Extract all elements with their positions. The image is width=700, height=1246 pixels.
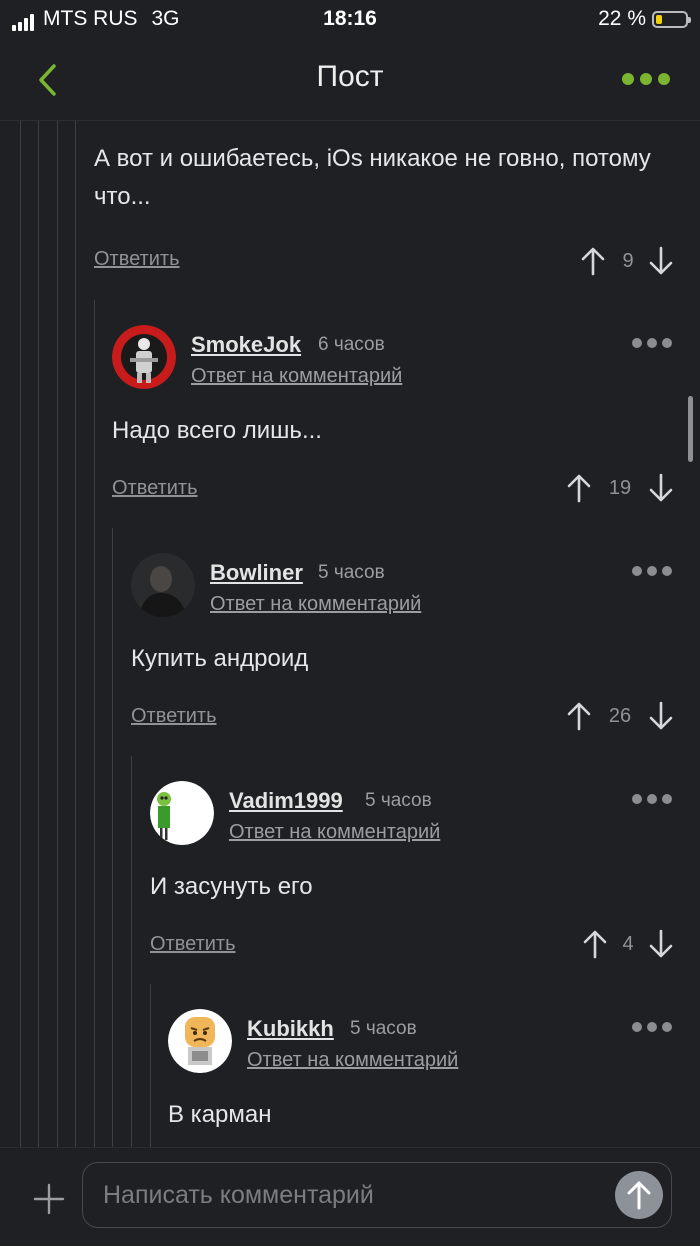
comment-age: 5 часов — [365, 790, 432, 811]
reply-to-link[interactable]: Ответ на комментарий — [191, 365, 402, 388]
thread-line — [112, 528, 113, 1147]
reply-button[interactable]: Ответить — [131, 705, 217, 728]
comment-text: Купить андроид — [131, 645, 309, 672]
send-button[interactable] — [615, 1171, 663, 1219]
comment-input-placeholder: Написать комментарий — [103, 1181, 374, 1209]
send-arrow-icon — [627, 1181, 651, 1210]
thread-line — [75, 121, 76, 1147]
comment-menu-icon[interactable] — [632, 794, 672, 804]
scrollbar[interactable] — [688, 396, 693, 462]
status-bar: MTS RUS 3G 18:16 22 % — [0, 0, 700, 40]
author-name[interactable]: Kubikkh — [247, 1016, 334, 1042]
upvote-arrow-icon[interactable] — [566, 701, 592, 731]
comment-text: В карман — [168, 1101, 272, 1128]
comment-input[interactable]: Написать комментарий — [82, 1162, 672, 1228]
upvote-arrow-icon[interactable] — [582, 929, 608, 959]
avatar[interactable] — [150, 781, 214, 845]
more-dots-icon[interactable] — [622, 73, 670, 85]
downvote-arrow-icon[interactable] — [648, 246, 674, 276]
reply-to-link[interactable]: Ответ на комментарий — [210, 593, 421, 616]
comment-score: 4 — [622, 933, 634, 955]
downvote-arrow-icon[interactable] — [648, 701, 674, 731]
comment-score: 9 — [622, 250, 634, 272]
plus-icon[interactable] — [33, 1183, 65, 1215]
battery-icon — [652, 10, 691, 28]
thread-line — [20, 121, 21, 1147]
comment-menu-icon[interactable] — [632, 338, 672, 348]
comment-menu-icon[interactable] — [632, 1022, 672, 1032]
upvote-arrow-icon[interactable] — [566, 473, 592, 503]
comment-age: 5 часов — [350, 1018, 417, 1039]
thread-line — [131, 756, 132, 1147]
avatar[interactable] — [168, 1009, 232, 1073]
reply-button[interactable]: Ответить — [94, 248, 180, 271]
reply-button[interactable]: Ответить — [112, 477, 198, 500]
comment-score: 26 — [608, 705, 632, 727]
reply-button[interactable]: Ответить — [150, 933, 236, 956]
avatar[interactable] — [131, 553, 195, 617]
comment-text: И засунуть его — [150, 873, 313, 900]
downvote-arrow-icon[interactable] — [648, 473, 674, 503]
comment-text: А вот и ошибаетесь, iOs никакое не говно… — [94, 145, 651, 210]
author-name[interactable]: Bowliner — [210, 560, 303, 586]
navigation-bar: Пост — [0, 40, 700, 121]
thread-line — [150, 984, 151, 1147]
battery-indicator: 22 % — [598, 7, 691, 31]
comment-age: 6 часов — [318, 334, 385, 355]
page-title: Пост — [316, 60, 384, 93]
author-name[interactable]: SmokeJok — [191, 332, 301, 358]
thread-line — [57, 121, 58, 1147]
comment-menu-icon[interactable] — [632, 566, 672, 576]
clock: 18:16 — [323, 7, 377, 30]
reply-to-link[interactable]: Ответ на комментарий — [247, 1049, 458, 1072]
thread-line — [94, 300, 95, 1147]
thread-line — [38, 121, 39, 1147]
battery-percent: 22 % — [598, 7, 646, 30]
comment-composer: Написать комментарий — [0, 1147, 700, 1246]
comment-score: 19 — [608, 477, 632, 499]
reply-to-link[interactable]: Ответ на комментарий — [229, 821, 440, 844]
comment-age: 5 часов — [318, 562, 385, 583]
upvote-arrow-icon[interactable] — [580, 246, 606, 276]
author-name[interactable]: Vadim1999 — [229, 788, 343, 814]
avatar[interactable] — [112, 325, 176, 389]
comment-text: Надо всего лишь... — [112, 417, 322, 444]
downvote-arrow-icon[interactable] — [648, 929, 674, 959]
